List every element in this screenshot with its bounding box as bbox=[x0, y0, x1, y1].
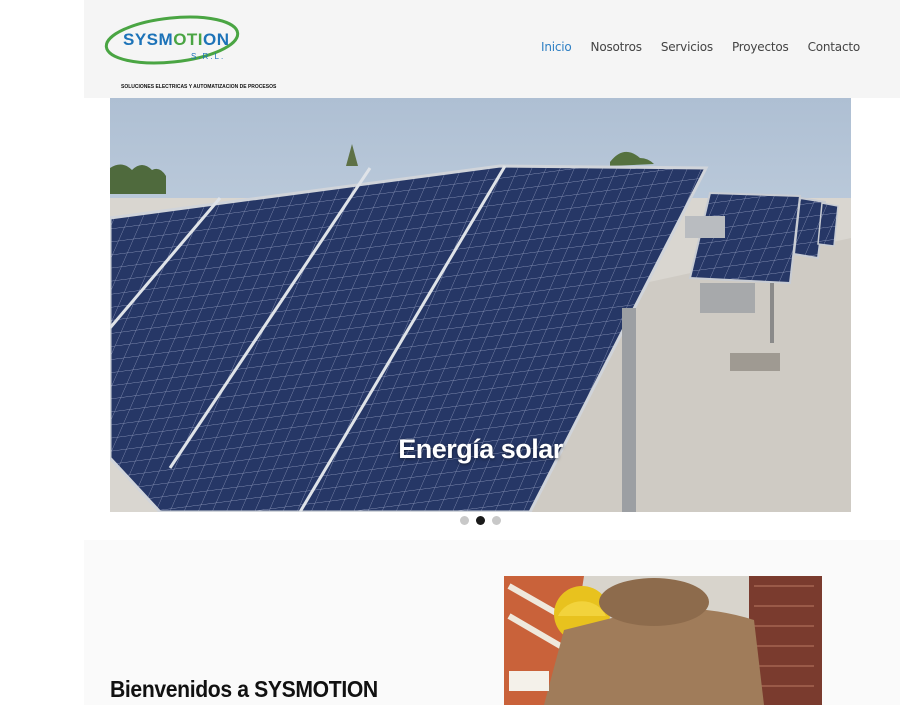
worker-photo bbox=[504, 576, 822, 705]
nav-item-inicio[interactable]: Inicio bbox=[541, 40, 572, 54]
logo-tagline: SOLUCIONES ELECTRICAS Y AUTOMATIZACION D… bbox=[121, 84, 277, 90]
nav-item-servicios[interactable]: Servicios bbox=[661, 40, 713, 54]
nav-item-contacto[interactable]: Contacto bbox=[808, 40, 861, 54]
hero-slider[interactable]: Energía solar bbox=[110, 98, 851, 512]
slider-dot-2[interactable] bbox=[476, 516, 485, 525]
nav-item-nosotros[interactable]: Nosotros bbox=[591, 40, 642, 54]
slider-dot-3[interactable] bbox=[492, 516, 501, 525]
slider-pagination bbox=[460, 516, 501, 525]
logo-suffix: S.R.L. bbox=[191, 52, 226, 61]
slider-dot-1[interactable] bbox=[460, 516, 469, 525]
worker-image bbox=[504, 576, 822, 705]
sysmotion-logo[interactable]: SYSMOTION S.R.L. SOLUCIONES ELECTRICAS Y… bbox=[102, 12, 276, 90]
welcome-title: Bienvenidos a SYSMOTION bbox=[110, 676, 378, 702]
site-header: SYSMOTION S.R.L. SOLUCIONES ELECTRICAS Y… bbox=[84, 0, 900, 98]
nav-item-proyectos[interactable]: Proyectos bbox=[732, 40, 789, 54]
slide-caption: Energía solar bbox=[398, 434, 563, 464]
main-nav: Inicio Nosotros Servicios Proyectos Cont… bbox=[541, 40, 860, 54]
logo-wordmark: SYSMOTION bbox=[123, 30, 230, 49]
